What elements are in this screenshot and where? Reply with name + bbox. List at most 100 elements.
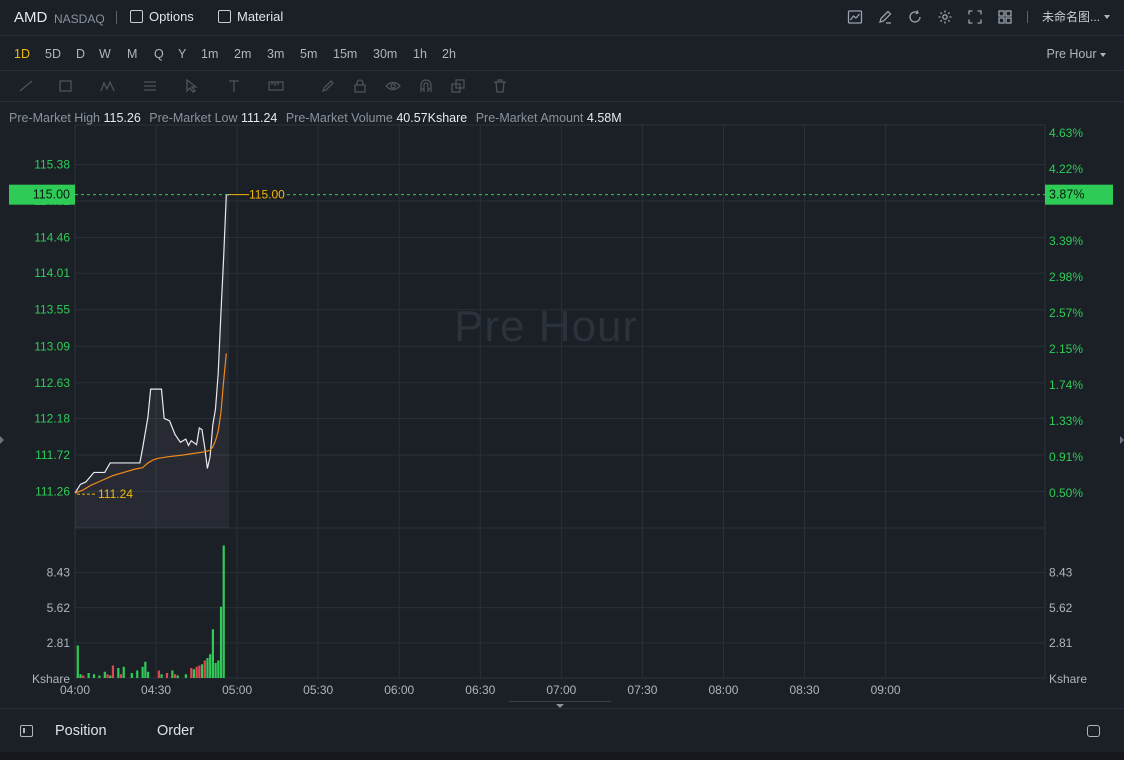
volume-bar xyxy=(214,663,217,678)
options-label: Options xyxy=(149,9,194,24)
exchange-label: NASDAQ xyxy=(54,12,105,26)
x-tick-label: 09:00 xyxy=(871,683,901,697)
y-tick-label: 113.09 xyxy=(34,339,70,353)
pct-tick-label: 2.98% xyxy=(1049,270,1083,284)
volume-bar xyxy=(146,671,150,678)
chevron-down-icon[interactable] xyxy=(1104,14,1110,19)
material-label: Material xyxy=(237,9,284,24)
eye-icon[interactable] xyxy=(385,79,401,93)
rectangle-tool-icon[interactable] xyxy=(58,79,74,93)
x-tick-label: 07:00 xyxy=(546,683,576,697)
interval-5m[interactable]: 5m xyxy=(300,47,317,61)
panel-toggle-icon[interactable] xyxy=(20,725,33,737)
low-label: Pre-Market Low xyxy=(149,111,238,125)
material-button[interactable]: Material xyxy=(218,9,283,24)
ruler-tool-icon[interactable] xyxy=(268,79,284,93)
volume-bar xyxy=(79,674,82,678)
interval-30m[interactable]: 30m xyxy=(373,47,397,61)
layers-icon[interactable] xyxy=(450,79,466,93)
low-value: 111.24 xyxy=(241,111,278,125)
interval-3m[interactable]: 3m xyxy=(267,47,284,61)
volume-bar xyxy=(222,545,225,678)
toolbar-divider xyxy=(1026,10,1028,23)
high-label: Pre-Market High xyxy=(9,111,100,125)
interval-q[interactable]: Q xyxy=(154,47,164,61)
session-select-label: Pre Hour xyxy=(1046,47,1097,61)
gear-icon[interactable] xyxy=(937,9,953,25)
interval-5d[interactable]: 5D xyxy=(45,47,61,61)
volume-tick-label: 2.81 xyxy=(47,636,71,650)
interval-d[interactable]: D xyxy=(76,47,85,61)
options-button[interactable]: Options xyxy=(130,9,194,24)
toolbar-right-group: 未命名图... xyxy=(847,8,1110,25)
symbol-ticker[interactable]: AMD xyxy=(14,9,47,26)
x-tick-label: 04:30 xyxy=(141,683,171,697)
text-tool-icon[interactable] xyxy=(226,79,242,93)
volume-bar xyxy=(111,665,115,678)
chart-area[interactable]: 04:00 04:30 05:00 05:30 06:00 06:30 07:00 07:30… xyxy=(0,103,1124,705)
volume-bar xyxy=(87,673,90,678)
volume-bar xyxy=(209,654,212,678)
interval-2h[interactable]: 2h xyxy=(442,47,456,61)
volume-bar xyxy=(203,660,206,678)
volume-unit-label-right: Kshare xyxy=(1049,672,1087,686)
x-tick-label: 08:00 xyxy=(708,683,738,697)
volume-unit-label: Kshare xyxy=(32,672,70,686)
volume-bar xyxy=(219,606,223,678)
y-tick-label: 111.72 xyxy=(35,448,70,462)
volume-bar xyxy=(103,671,106,678)
toolbar-divider xyxy=(116,11,117,24)
interval-1h[interactable]: 1h xyxy=(413,47,427,61)
interval-y[interactable]: Y xyxy=(178,47,186,61)
y-tick-label: 114.46 xyxy=(34,231,70,245)
volume-bar xyxy=(157,670,160,678)
volume-bar xyxy=(217,660,220,678)
refresh-icon[interactable] xyxy=(907,9,923,25)
session-select[interactable]: Pre Hour xyxy=(1046,47,1106,61)
top-toolbar: AMD NASDAQ Options Material 未命名图... xyxy=(0,0,1124,36)
interval-m[interactable]: M xyxy=(127,47,137,61)
volume-bar xyxy=(206,658,209,678)
volume-bar xyxy=(130,673,133,678)
brush-tool-icon[interactable] xyxy=(320,79,336,93)
document-icon xyxy=(218,10,231,23)
fullscreen-icon[interactable] xyxy=(967,9,983,25)
cursor-tool-icon[interactable] xyxy=(184,78,200,93)
volume-tick-label: 5.62 xyxy=(47,601,71,615)
layout-grid-icon[interactable] xyxy=(997,9,1013,25)
volume-bar xyxy=(98,675,101,678)
volume-tick-label-right: 2.81 xyxy=(1049,636,1073,650)
x-tick-label: 06:00 xyxy=(384,683,414,697)
current-price-annotation: 115.00 xyxy=(249,188,285,202)
trash-icon[interactable] xyxy=(492,79,508,93)
interval-1m[interactable]: 1m xyxy=(201,47,218,61)
y-tick-label: 112.63 xyxy=(34,376,70,390)
lock-icon[interactable] xyxy=(352,79,368,93)
current-pct-tag-label: 3.87% xyxy=(1049,188,1084,202)
magnet-icon[interactable] xyxy=(418,79,434,93)
trendline-tool-icon[interactable] xyxy=(18,79,34,93)
draw-pen-icon[interactable] xyxy=(877,9,893,25)
volume-bar xyxy=(195,666,198,678)
interval-w[interactable]: W xyxy=(99,47,111,61)
pattern-tool-icon[interactable] xyxy=(100,79,116,93)
volume-bar xyxy=(190,668,193,678)
fib-tool-icon[interactable] xyxy=(142,79,158,93)
pct-tick-label: 1.33% xyxy=(1049,414,1083,428)
interval-2m[interactable]: 2m xyxy=(234,47,251,61)
volume-bar xyxy=(192,669,196,678)
x-tick-label: 07:30 xyxy=(627,683,657,697)
indicator-chart-icon[interactable] xyxy=(847,9,863,25)
x-tick-label: 05:30 xyxy=(303,683,333,697)
high-value: 115.26 xyxy=(103,111,141,125)
layout-name-select[interactable]: 未命名图... xyxy=(1042,8,1100,25)
price-chart[interactable]: 04:00 04:30 05:00 05:30 06:00 06:30 07:00 07:30… xyxy=(0,103,1124,705)
tab-position[interactable]: Position xyxy=(55,723,107,739)
popout-icon[interactable] xyxy=(1087,725,1100,737)
volume-bar xyxy=(184,674,187,678)
volume-bar xyxy=(211,629,214,678)
tab-order[interactable]: Order xyxy=(157,723,194,739)
interval-15m[interactable]: 15m xyxy=(333,47,357,61)
interval-1d[interactable]: 1D xyxy=(14,47,30,61)
left-panel-arrow-icon xyxy=(0,436,4,444)
